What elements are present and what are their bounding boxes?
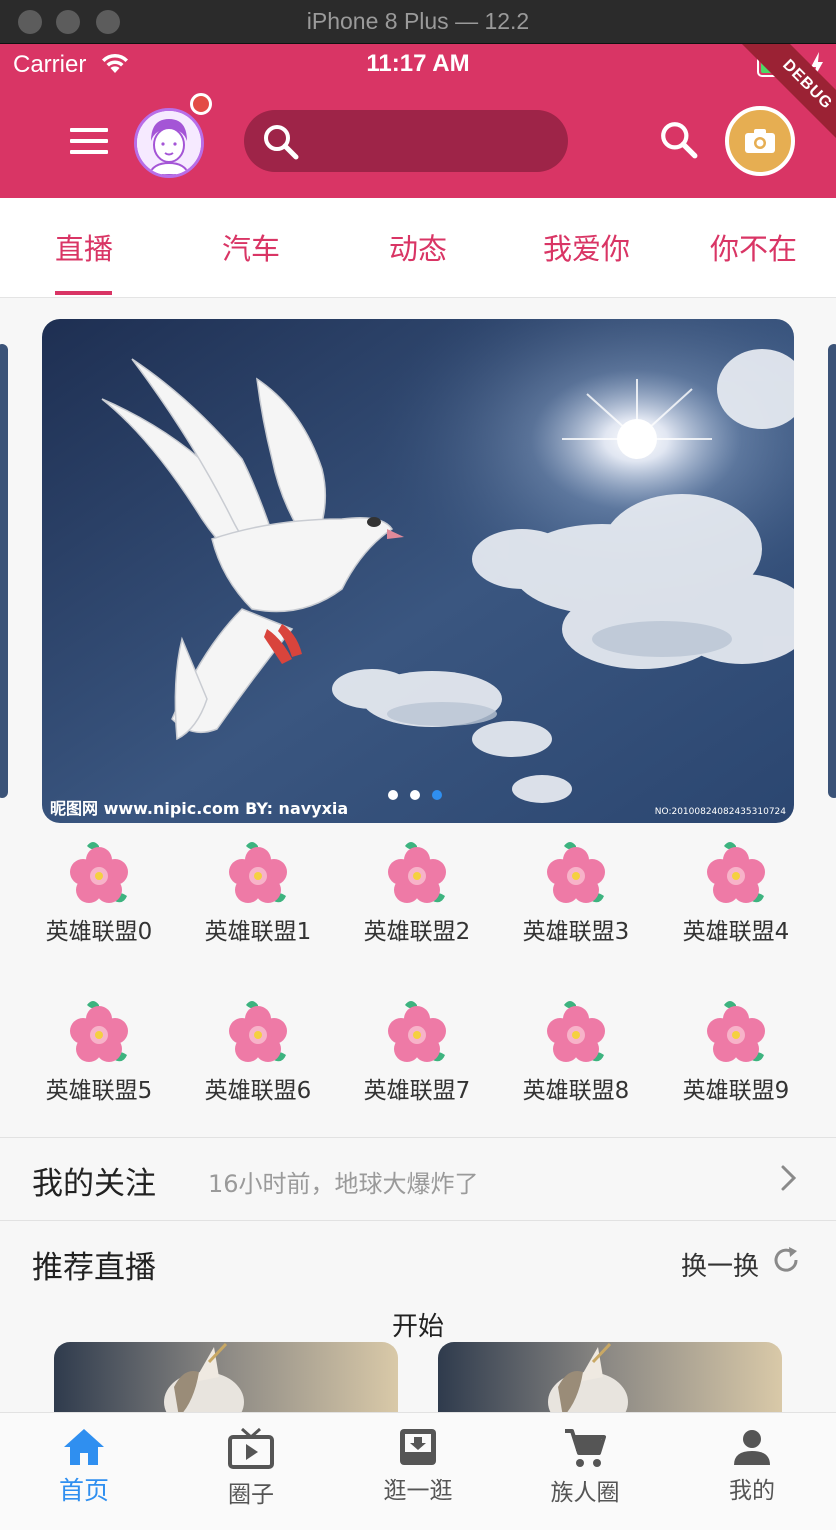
notification-dot [190, 93, 212, 115]
page-dot [410, 790, 420, 800]
nav-circle-label: 圈子 [228, 1482, 274, 1508]
grid-item[interactable]: 英雄联盟6 [178, 999, 338, 1105]
chevron-right-icon [781, 1165, 797, 1191]
grid-item-label: 英雄联盟2 [363, 919, 471, 945]
tab-moments[interactable]: 动态 [389, 226, 447, 268]
nav-circle[interactable]: 圈子 [191, 1427, 311, 1509]
flower-icon [70, 1001, 128, 1062]
flower-icon [707, 1001, 765, 1062]
home-icon [64, 1429, 104, 1465]
previous-banner-peek[interactable] [0, 344, 8, 798]
nav-clan[interactable]: 族人圈 [525, 1427, 645, 1507]
menu-icon[interactable] [70, 128, 108, 154]
grid-item[interactable]: 英雄联盟9 [656, 999, 816, 1105]
flower-icon [229, 1001, 287, 1062]
next-banner-peek[interactable] [828, 344, 836, 798]
follow-latest-text: 16小时前，地球大爆炸了 [208, 1170, 479, 1198]
flower-icon [70, 842, 128, 903]
person-icon [734, 1430, 770, 1465]
page-dot [388, 790, 398, 800]
app-header: Carrier 11:17 AM DEBUG [0, 44, 836, 198]
grid-item[interactable]: 英雄联盟4 [656, 840, 816, 946]
flower-icon [707, 842, 765, 903]
status-time: 11:17 AM [366, 50, 470, 77]
grid-item-label: 英雄联盟6 [204, 1078, 312, 1104]
nav-home-label: 首页 [58, 1476, 109, 1505]
unicorn-thumbnail [54, 1342, 398, 1422]
grid-item-label: 英雄联盟8 [522, 1078, 630, 1104]
grid-item-label: 英雄联盟4 [682, 919, 790, 945]
dove-sky-image [42, 319, 794, 823]
tv-icon [228, 1427, 274, 1469]
flower-icon [388, 1001, 446, 1062]
nav-mine-label: 我的 [729, 1478, 775, 1504]
grid-item-label: 英雄联盟1 [204, 919, 312, 945]
live-card[interactable] [54, 1342, 398, 1422]
my-follows-heading: 我的关注 [32, 1166, 156, 1202]
grid-item[interactable]: 英雄联盟2 [337, 840, 497, 946]
nav-mine[interactable]: 我的 [692, 1427, 812, 1505]
flower-icon [229, 842, 287, 903]
bottom-navigation: 首页 圈子 逛一逛 族人圈 我的 [0, 1412, 836, 1530]
grid-item[interactable]: 英雄联盟1 [178, 840, 338, 946]
flower-icon [547, 1001, 605, 1062]
camera-button[interactable] [725, 106, 795, 176]
banner-watermark: 昵图网 www.nipic.com BY: navyxia [50, 799, 349, 818]
recommended-live-section: 推荐直播 换一换 开始 [0, 1222, 836, 1422]
grid-item[interactable]: 英雄联盟5 [19, 999, 179, 1105]
refresh-button[interactable]: 换一换 [681, 1246, 759, 1283]
refresh-icon[interactable] [771, 1245, 801, 1275]
banner-page-indicator [388, 785, 454, 804]
search-icon [264, 125, 299, 160]
window-title: iPhone 8 Plus — 12.2 [306, 8, 530, 34]
simulator-titlebar: iPhone 8 Plus — 12.2 [0, 0, 836, 44]
live-card[interactable] [438, 1342, 782, 1422]
page-dot-active [432, 790, 442, 800]
banner-image-id: NO:20100824082435310724 [654, 807, 786, 817]
nav-clan-label: 族人圈 [550, 1480, 620, 1506]
tab-indicator [55, 291, 112, 295]
grid-item-label: 英雄联盟3 [522, 919, 630, 945]
category-grid: 英雄联盟0 英雄联盟1 英雄联盟2 英雄联盟3 英雄联盟4 英雄联盟5 英雄联盟… [0, 836, 836, 1136]
recommended-heading: 推荐直播 [32, 1250, 156, 1286]
tab-you-not-here[interactable]: 你不在 [710, 226, 797, 268]
avatar[interactable] [134, 108, 204, 178]
grid-item[interactable]: 英雄联盟8 [496, 999, 656, 1105]
nav-browse[interactable]: 逛一逛 [358, 1427, 478, 1505]
tab-cars[interactable]: 汽车 [222, 226, 280, 268]
search-input[interactable] [314, 110, 554, 172]
flower-icon [388, 842, 446, 903]
grid-item-label: 英雄联盟9 [682, 1078, 790, 1104]
search-icon[interactable] [659, 120, 699, 160]
my-follows-row[interactable]: 我的关注 16小时前，地球大爆炸了 [0, 1138, 836, 1220]
nav-browse-label: 逛一逛 [383, 1478, 453, 1504]
tab-live[interactable]: 直播 [55, 226, 113, 268]
grid-item[interactable]: 英雄联盟7 [337, 999, 497, 1105]
grid-item-label: 英雄联盟7 [363, 1078, 471, 1104]
flower-icon [547, 842, 605, 903]
grid-item-label: 英雄联盟0 [45, 919, 153, 945]
cart-icon [565, 1429, 606, 1467]
start-label: 开始 [391, 1312, 444, 1342]
banner-image[interactable]: 昵图网 www.nipic.com BY: navyxia NO:2010082… [42, 319, 794, 823]
status-bar: Carrier 11:17 AM [0, 44, 836, 88]
nav-home[interactable]: 首页 [24, 1427, 144, 1507]
camera-icon [745, 129, 775, 153]
grid-item[interactable]: 英雄联盟3 [496, 840, 656, 946]
divider [0, 1220, 836, 1221]
unicorn-thumbnail [438, 1342, 782, 1422]
tab-i-love-you[interactable]: 我爱你 [543, 226, 630, 268]
grid-item-label: 英雄联盟5 [45, 1078, 153, 1104]
avatar-face-icon [137, 111, 201, 175]
category-tabs: 直播 汽车 动态 我爱你 你不在 [0, 198, 836, 298]
inbox-download-icon [400, 1429, 436, 1465]
grid-item[interactable]: 英雄联盟0 [19, 840, 179, 946]
search-bar[interactable] [244, 110, 568, 172]
